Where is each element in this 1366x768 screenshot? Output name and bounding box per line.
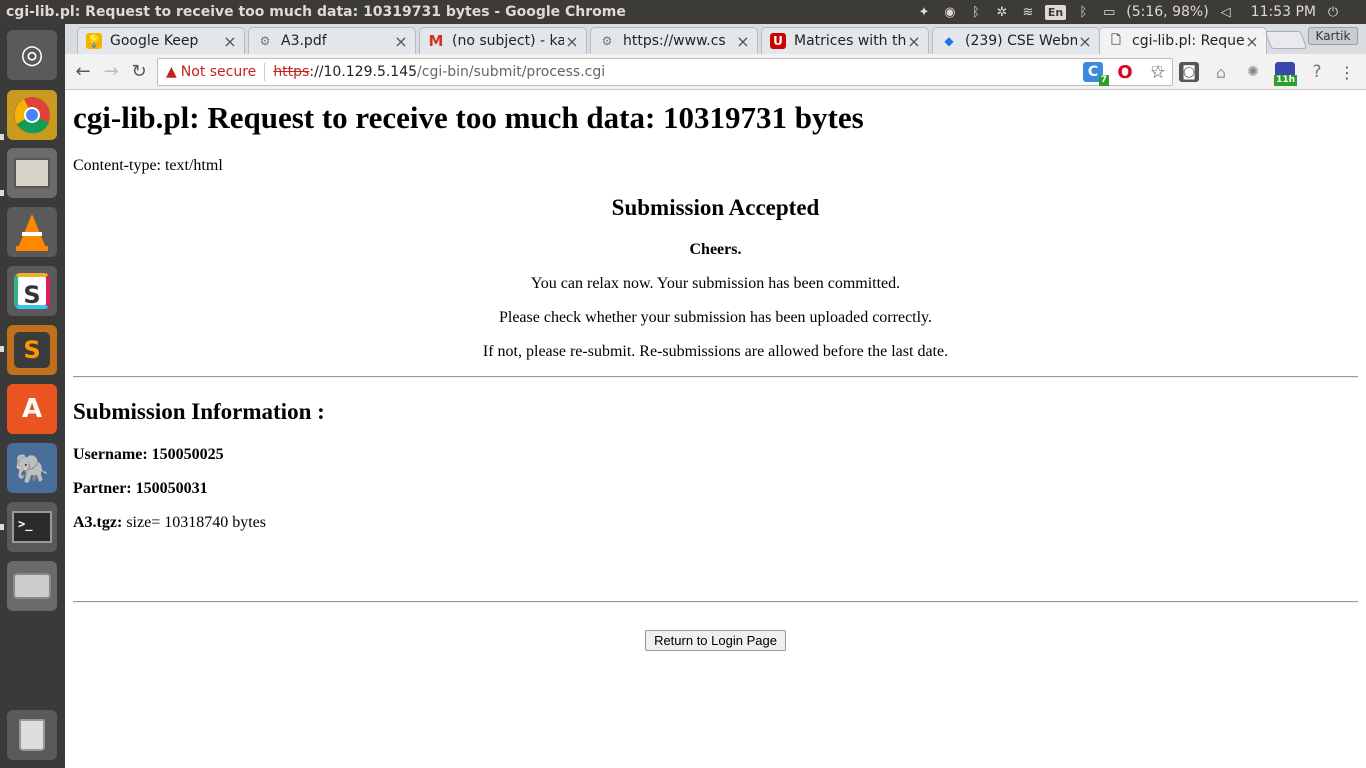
close-icon[interactable]: × bbox=[906, 32, 922, 51]
divider bbox=[264, 63, 266, 81]
content-type-text: Content-type: text/html bbox=[73, 157, 223, 174]
profile-button[interactable]: Kartik bbox=[1308, 27, 1358, 45]
tab-google-keep[interactable]: 💡 Google Keep × bbox=[77, 27, 245, 54]
sublime-text-icon[interactable]: S bbox=[7, 325, 57, 375]
close-icon[interactable]: × bbox=[1244, 32, 1260, 51]
running-indicator bbox=[0, 134, 4, 140]
extension-badge: 7 bbox=[1098, 75, 1109, 86]
bluetooth-icon-2[interactable]: ᛒ bbox=[1074, 4, 1092, 20]
close-icon[interactable]: × bbox=[564, 32, 580, 51]
page-heading: cgi-lib.pl: Request to receive too much … bbox=[73, 100, 864, 135]
submission-accepted-title: Submission Accepted bbox=[611, 195, 820, 220]
battery-status[interactable]: (5:16, 98%) bbox=[1126, 4, 1208, 20]
menu-icon[interactable]: ⋮ bbox=[1337, 62, 1357, 82]
opera-icon[interactable]: O bbox=[1115, 62, 1135, 83]
utah-icon: U bbox=[770, 33, 786, 49]
gmail-icon: M bbox=[428, 32, 444, 50]
relax-text: You can relax now. Your submission has b… bbox=[530, 275, 901, 292]
url-path: /cgi-bin/submit/process.cgi bbox=[417, 64, 606, 80]
battery-icon[interactable]: ▭ bbox=[1100, 4, 1118, 20]
volume-icon[interactable]: ◁ bbox=[1217, 4, 1235, 20]
power-icon[interactable]: ⏻ bbox=[1324, 4, 1342, 20]
system-tray: ✦ ◉ ᛒ ✲ ≋ En ᛒ ▭ (5:16, 98%) ◁ 11:53 PM … bbox=[915, 0, 1366, 24]
running-indicator bbox=[0, 346, 4, 352]
launcher: ◎ S S A 🐘 >_ bbox=[0, 24, 65, 768]
ubuntu-dash-icon[interactable]: ◎ bbox=[7, 30, 57, 80]
shield-icon[interactable]: ⛉ bbox=[1147, 62, 1167, 82]
running-indicator bbox=[0, 524, 4, 530]
security-label[interactable]: Not secure bbox=[181, 64, 257, 80]
close-icon[interactable]: × bbox=[735, 32, 751, 51]
tab-a3-pdf[interactable]: ⚙ A3.pdf × bbox=[248, 27, 416, 54]
keep-icon: 💡 bbox=[86, 33, 102, 49]
new-tab-button[interactable] bbox=[1264, 31, 1308, 49]
reload-icon[interactable]: ↻ bbox=[127, 60, 151, 84]
extension-c-icon[interactable]: C7 bbox=[1083, 62, 1109, 86]
forward-arrow-icon[interactable]: → bbox=[99, 60, 123, 84]
vlc-icon[interactable] bbox=[7, 207, 57, 257]
tab-strip: 💡 Google Keep × ⚙ A3.pdf × M (no subject… bbox=[65, 24, 1366, 54]
settings-tray-icon[interactable]: ✲ bbox=[993, 4, 1011, 20]
tab-cgi-lib[interactable]: 🗋 cgi-lib.pl: Reque × bbox=[1099, 27, 1267, 54]
pgadmin-icon[interactable]: 🐘 bbox=[7, 443, 57, 493]
resubmit-text: If not, please re-submit. Re-submissions… bbox=[482, 343, 949, 360]
submission-info-title: Submission Information : bbox=[73, 399, 325, 424]
help-icon[interactable]: ? bbox=[1307, 62, 1327, 82]
close-icon[interactable]: × bbox=[222, 32, 238, 51]
cheers-text: Cheers. bbox=[689, 241, 742, 258]
globe-icon: ⚙ bbox=[601, 34, 613, 48]
divider bbox=[73, 376, 1358, 378]
page-icon: 🗋 bbox=[1111, 32, 1121, 47]
browser-toolbar: ← → ↻ ▲ Not secure https://10.129.5.145/… bbox=[65, 54, 1366, 90]
running-indicator bbox=[0, 190, 4, 196]
back-arrow-icon[interactable]: ← bbox=[71, 60, 95, 84]
files-icon[interactable] bbox=[7, 148, 57, 198]
slack-icon[interactable]: S bbox=[7, 266, 57, 316]
top-panel: cgi-lib.pl: Request to receive too much … bbox=[0, 0, 1366, 24]
terminal-icon[interactable]: >_ bbox=[7, 502, 57, 552]
return-to-login-button[interactable]: Return to Login Page bbox=[645, 630, 786, 651]
tab-cse-site[interactable]: ⚙ https://www.cs × bbox=[590, 27, 758, 54]
close-icon[interactable]: × bbox=[1077, 32, 1093, 51]
clock[interactable]: 11:53 PM bbox=[1251, 4, 1316, 20]
tab-cse-webmail[interactable]: ◆ (239) CSE Webm × bbox=[932, 27, 1100, 54]
url-host: ://10.129.5.145 bbox=[309, 64, 418, 80]
tab-gmail[interactable]: M (no subject) - ka × bbox=[419, 27, 587, 54]
webmail-icon: ◆ bbox=[944, 34, 954, 48]
keep-extension-icon[interactable]: ◙ bbox=[1179, 62, 1199, 82]
window-title: cgi-lib.pl: Request to receive too much … bbox=[6, 4, 626, 20]
warning-icon[interactable]: ▲ bbox=[166, 64, 177, 80]
url-scheme: https bbox=[273, 64, 310, 80]
trash-icon[interactable] bbox=[7, 710, 57, 760]
check-text: Please check whether your submission has… bbox=[498, 309, 933, 326]
file-size: size= 10318740 bytes bbox=[122, 514, 266, 531]
partner-label: Partner: 150050031 bbox=[73, 480, 208, 497]
puzzle-icon[interactable]: ✺ bbox=[1243, 62, 1263, 82]
keyboard-indicator[interactable]: En bbox=[1044, 4, 1067, 20]
timer-extension-icon[interactable]: 11h bbox=[1274, 62, 1297, 86]
globe-icon: ⚙ bbox=[259, 34, 271, 48]
disk-icon[interactable] bbox=[7, 561, 57, 611]
home-icon[interactable]: ⌂ bbox=[1211, 62, 1231, 82]
chrome-tray-icon[interactable]: ◉ bbox=[941, 4, 959, 20]
address-bar[interactable]: ▲ Not secure https://10.129.5.145/cgi-bi… bbox=[157, 58, 1173, 86]
bluetooth-icon[interactable]: ᛒ bbox=[967, 4, 985, 20]
tab-matrices[interactable]: U Matrices with th × bbox=[761, 27, 929, 54]
software-center-icon[interactable]: A bbox=[7, 384, 57, 434]
username-label: Username: 150050025 bbox=[73, 446, 224, 463]
extension-badge: 11h bbox=[1274, 75, 1297, 86]
wifi-icon[interactable]: ≋ bbox=[1019, 4, 1037, 20]
page-content: cgi-lib.pl: Request to receive too much … bbox=[65, 90, 1366, 768]
divider bbox=[73, 601, 1358, 603]
chrome-icon[interactable] bbox=[7, 90, 57, 140]
close-icon[interactable]: × bbox=[393, 32, 409, 51]
file-name: A3.tgz: bbox=[73, 514, 123, 531]
dropbox-icon[interactable]: ✦ bbox=[915, 4, 933, 20]
